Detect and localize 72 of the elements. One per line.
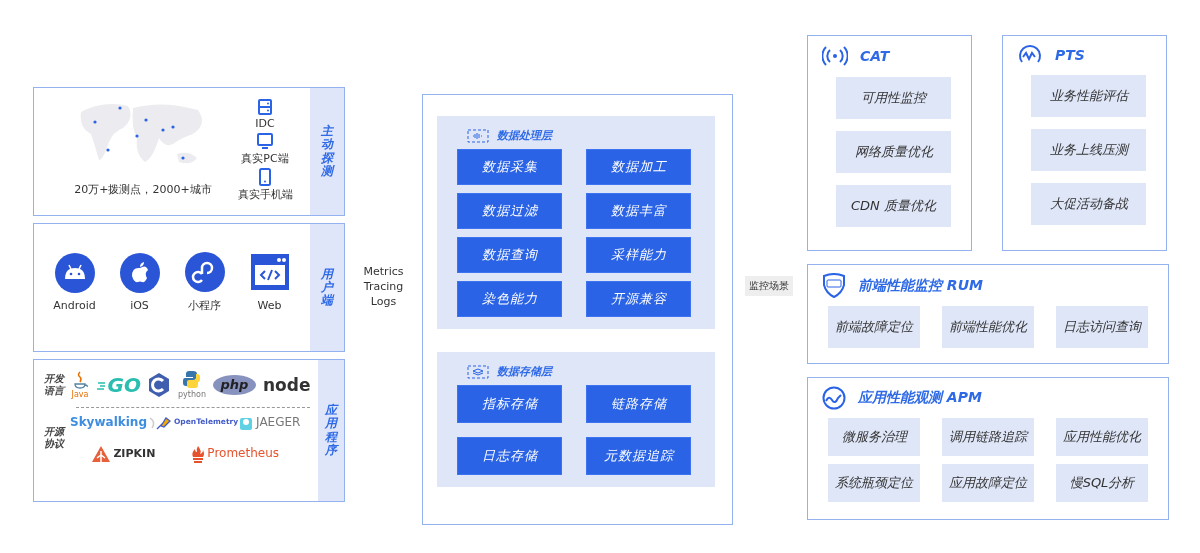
- feature-chip: 应用故障定位: [942, 464, 1034, 502]
- feature-chip: 大促活动备战: [1031, 183, 1146, 225]
- feature-chip: 前端故障定位: [828, 306, 920, 348]
- capability-chip: 数据丰富: [586, 193, 691, 229]
- capability-chip: 染色能力: [457, 281, 562, 317]
- code-window-icon: [249, 253, 290, 293]
- side-label: 主动探测: [321, 125, 333, 178]
- side-label: 用户端: [321, 267, 333, 308]
- layer-title: 数据存储层: [497, 364, 552, 379]
- platform-label: 小程序: [188, 298, 221, 313]
- wave-circle-icon: [822, 386, 846, 410]
- signal-label: Logs: [370, 295, 397, 308]
- capability-chip: 指标存储: [457, 385, 562, 423]
- capability-chip: 日志存储: [457, 437, 562, 475]
- product-title: PTS: [1055, 47, 1085, 63]
- hexagon-logo-icon: [147, 371, 172, 398]
- feature-chip: 网络质量优化: [836, 131, 951, 173]
- feature-chip: 业务性能评估: [1031, 75, 1146, 117]
- feature-chip: 调用链路追踪: [942, 418, 1034, 456]
- apple-icon: [119, 253, 160, 293]
- side-label: 应用程序: [325, 404, 338, 457]
- scenario-label: 监控场景: [745, 276, 793, 296]
- layers-frame-icon: [467, 364, 489, 379]
- capability-chip: 元数据追踪: [586, 437, 691, 475]
- server-icon: [256, 98, 274, 116]
- tracing-tool-logo: JAEGER: [238, 413, 301, 431]
- feature-chip: 可用性监控: [836, 77, 951, 119]
- capability-chip: 数据查询: [457, 237, 562, 273]
- platform-label: Android: [53, 299, 96, 312]
- language-logo: python: [178, 370, 206, 400]
- feature-chip: 业务上线压测: [1031, 129, 1146, 171]
- platform-label: iOS: [130, 299, 149, 312]
- endpoint-label: 真实手机端: [237, 187, 293, 202]
- signal-label: Metrics: [363, 265, 404, 278]
- signal-waves-icon: [822, 44, 848, 68]
- product-title: 前端性能监控 RUM: [858, 276, 983, 295]
- platform-label: Web: [257, 299, 282, 312]
- feature-chip: CDN 质量优化: [836, 185, 951, 227]
- waveform-frame-icon: [467, 128, 489, 143]
- feature-chip: 系统瓶颈定位: [828, 464, 920, 502]
- capability-chip: 数据加工: [586, 149, 691, 185]
- layer-title: 数据处理层: [497, 128, 552, 143]
- tracing-tool-logo: Skywalking: [70, 413, 155, 431]
- capability-chip: 数据过滤: [457, 193, 562, 229]
- capability-chip: 数据采集: [457, 149, 562, 185]
- feature-chip: 微服务治理: [828, 418, 920, 456]
- tracing-tool-logo: ZIPKIN: [91, 444, 156, 463]
- feature-chip: 日志访问查询: [1056, 306, 1148, 348]
- map-caption: 20万+拨测点，2000+城市: [74, 182, 212, 197]
- monitor-icon: [256, 132, 274, 150]
- android-icon: [54, 253, 95, 293]
- capability-chip: 开源兼容: [586, 281, 691, 317]
- tracing-tool-logo: Prometheus: [191, 444, 280, 463]
- feature-chip: 应用性能优化: [1056, 418, 1148, 456]
- endpoint-label: 真实PC端: [241, 151, 289, 166]
- language-logo: Java: [70, 370, 90, 400]
- feature-chip: 前端性能优化: [942, 306, 1034, 348]
- language-logo: node: [262, 375, 311, 395]
- section-label: 开发语言: [44, 372, 64, 397]
- feature-chip: 慢SQL分析: [1056, 464, 1148, 502]
- phone-icon: [256, 168, 274, 186]
- product-title: CAT: [860, 48, 890, 64]
- shield-icon: [822, 273, 846, 298]
- link-loop-icon: [184, 252, 225, 292]
- product-title: 应用性能观测 APM: [858, 389, 982, 407]
- language-logo: GO: [96, 373, 141, 396]
- section-label: 开源协议: [44, 426, 64, 451]
- signal-label: Tracing: [363, 280, 404, 293]
- capability-chip: 采样能力: [586, 237, 691, 273]
- endpoint-label: IDC: [255, 117, 275, 130]
- capability-chip: 链路存储: [586, 385, 691, 423]
- language-logo: php: [212, 374, 257, 396]
